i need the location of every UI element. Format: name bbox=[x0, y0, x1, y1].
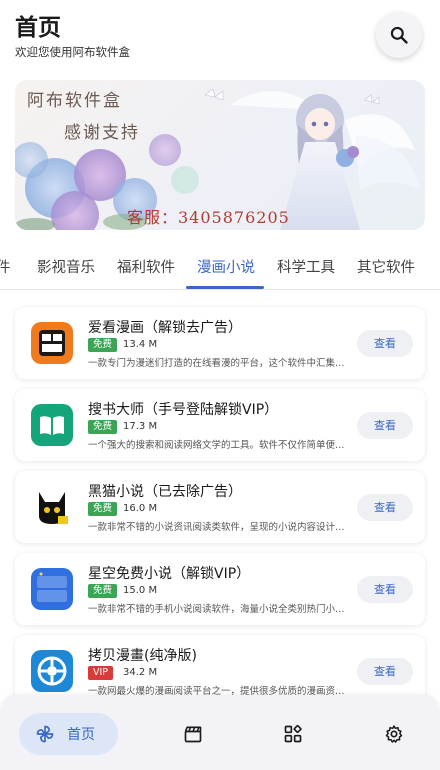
page-title: 首页 bbox=[15, 15, 61, 41]
view-button[interactable]: 查看 bbox=[357, 330, 413, 357]
bottom-navigation: 首页 bbox=[0, 695, 440, 770]
tab-science-tools[interactable]: 科学工具 bbox=[277, 256, 335, 277]
comic-app-icon bbox=[31, 322, 73, 364]
starry-novel-app-icon bbox=[31, 568, 73, 610]
price-badge: 免费 bbox=[88, 420, 118, 434]
gear-icon bbox=[385, 725, 403, 743]
app-name: 拷贝漫畫(纯净版) bbox=[88, 648, 197, 664]
tab-video-music[interactable]: 影视音乐 bbox=[37, 256, 95, 277]
nav-home-button[interactable]: 首页 bbox=[19, 713, 118, 755]
black-cat-app-icon bbox=[31, 486, 73, 528]
copy-manga-app-icon bbox=[31, 650, 73, 692]
app-card[interactable]: 爱看漫画（解锁去广告） 免费 13.4 M 一款专门为漫迷们打造的在线看漫的平台… bbox=[15, 307, 425, 379]
app-description: 一个强大的搜索和阅读网络文学的工具。软件不仅作简单便… bbox=[88, 440, 345, 451]
tab-welfare-software[interactable]: 福利软件 bbox=[117, 256, 175, 277]
app-description: 一款专门为漫迷们打造的在线看漫的平台，这个软件中汇集… bbox=[88, 358, 345, 369]
banner-thanks-text: 感谢支持 bbox=[64, 123, 140, 143]
app-card[interactable]: 星空免费小说（解锁VIP） 免费 15.0 M 一款非常不错的手机小说阅读软件，… bbox=[15, 553, 425, 625]
app-description: 一款非常不错的小说资讯阅读类软件，呈现的小说内容设计… bbox=[88, 522, 345, 533]
promo-banner[interactable]: 阿布软件盒 感谢支持 客服：3405876205 bbox=[15, 80, 425, 230]
search-button[interactable] bbox=[376, 12, 422, 58]
view-button[interactable]: 查看 bbox=[357, 412, 413, 439]
tab-partial[interactable]: 件 bbox=[0, 256, 11, 277]
price-badge: 免费 bbox=[88, 502, 118, 516]
price-badge: VIP bbox=[88, 666, 114, 680]
app-size: 16.0 M bbox=[123, 503, 158, 514]
nav-media-button[interactable] bbox=[182, 723, 204, 745]
app-name: 爱看漫画（解锁去广告） bbox=[88, 320, 242, 336]
search-icon bbox=[390, 26, 408, 44]
page-subtitle: 欢迎您使用阿布软件盒 bbox=[15, 45, 130, 59]
price-badge: 免费 bbox=[88, 584, 118, 598]
app-size: 15.0 M bbox=[123, 585, 158, 596]
category-tabs: 件 影视音乐 福利软件 漫画小说 科学工具 其它软件 bbox=[0, 246, 440, 290]
active-tab-indicator bbox=[186, 286, 264, 289]
view-button[interactable]: 查看 bbox=[357, 576, 413, 603]
price-badge: 免费 bbox=[88, 338, 118, 352]
nav-home-label: 首页 bbox=[67, 727, 95, 743]
view-button[interactable]: 查看 bbox=[357, 494, 413, 521]
clapperboard-icon bbox=[184, 726, 202, 743]
app-size: 34.2 M bbox=[123, 667, 158, 678]
header: 首页 欢迎您使用阿布软件盒 bbox=[0, 0, 440, 72]
app-name: 搜书大师（手号登陆解锁VIP） bbox=[88, 402, 279, 418]
book-app-icon bbox=[31, 404, 73, 446]
view-button[interactable]: 查看 bbox=[357, 658, 413, 685]
app-description: 一款非常不错的手机小说阅读软件，海量小说全类别热门小… bbox=[88, 604, 345, 615]
tab-comic-novel[interactable]: 漫画小说 bbox=[197, 256, 255, 277]
nav-settings-button[interactable] bbox=[383, 723, 405, 745]
nav-apps-button[interactable] bbox=[282, 723, 304, 745]
banner-contact-text: 客服：3405876205 bbox=[127, 208, 290, 227]
app-name: 黑猫小说（已去除广告） bbox=[88, 484, 242, 500]
banner-brand-text: 阿布软件盒 bbox=[27, 91, 122, 111]
apps-grid-icon bbox=[284, 724, 302, 743]
app-card[interactable]: 黑猫小说（已去除广告） 免费 16.0 M 一款非常不错的小说资讯阅读类软件，呈… bbox=[15, 471, 425, 543]
tab-other-software[interactable]: 其它软件 bbox=[357, 256, 415, 277]
app-name: 星空免费小说（解锁VIP） bbox=[88, 566, 251, 582]
pinwheel-icon bbox=[36, 725, 54, 743]
app-size: 17.3 M bbox=[123, 421, 158, 432]
app-size: 13.4 M bbox=[123, 339, 158, 350]
app-card[interactable]: 搜书大师（手号登陆解锁VIP） 免费 17.3 M 一个强大的搜索和阅读网络文学… bbox=[15, 389, 425, 461]
